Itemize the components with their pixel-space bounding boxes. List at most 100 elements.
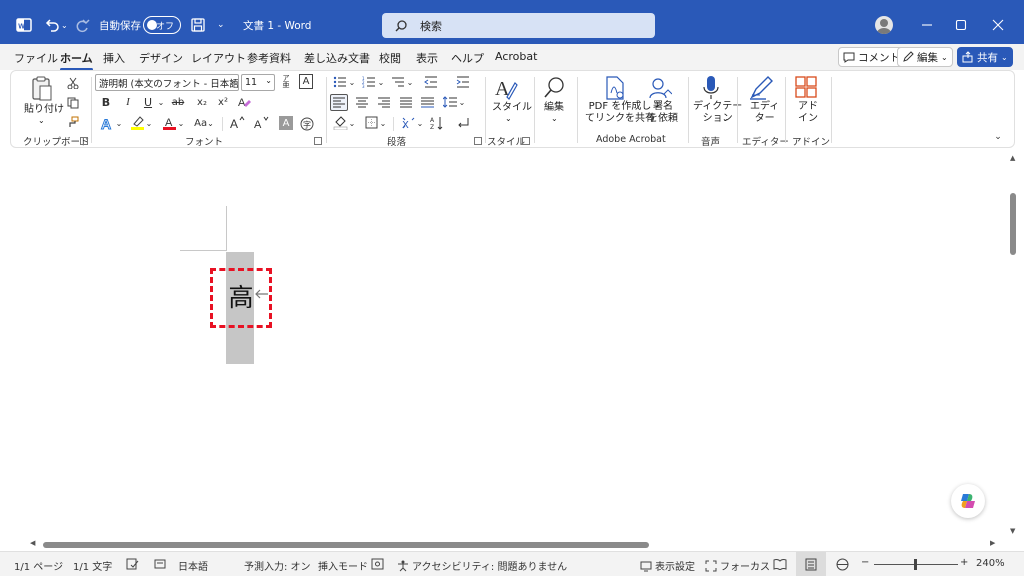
change-case-button[interactable]: Aa ⌄ xyxy=(193,117,215,129)
zoom-slider-thumb[interactable] xyxy=(914,559,917,570)
borders-icon[interactable] xyxy=(363,115,379,130)
styles-launcher-icon[interactable] xyxy=(522,137,530,145)
zoom-in-icon[interactable]: + xyxy=(960,557,968,568)
chevron-down-icon[interactable]: ⌄ xyxy=(115,117,123,129)
tab-insert[interactable]: 挿入 xyxy=(103,50,125,66)
chevron-down-icon[interactable]: ⌄ xyxy=(406,76,414,88)
font-size-combo[interactable]: 11 ⌄ xyxy=(241,74,275,91)
microphone-icon[interactable] xyxy=(701,74,721,101)
addins-icon[interactable] xyxy=(794,75,818,99)
highlight-color-icon[interactable] xyxy=(129,115,145,131)
decrease-indent-icon[interactable] xyxy=(423,75,439,89)
comment-button[interactable]: コメント xyxy=(838,47,905,67)
edit-mode-button[interactable]: 編集 ⌄ xyxy=(897,47,953,67)
document-canvas[interactable]: 高 xyxy=(0,151,1006,539)
clear-formatting-icon[interactable]: A xyxy=(237,95,253,109)
underline-dropdown-icon[interactable]: ⌄ xyxy=(156,95,166,109)
justify-icon[interactable] xyxy=(398,95,414,109)
proofing-icon[interactable] xyxy=(126,558,139,570)
web-layout-icon[interactable] xyxy=(836,558,849,571)
word-count[interactable]: 1/1 文字 xyxy=(73,558,112,573)
numbering-icon[interactable]: 123 xyxy=(361,75,377,89)
font-color-icon[interactable]: A xyxy=(161,115,177,131)
tab-home[interactable]: ホーム xyxy=(60,50,93,71)
format-painter-icon[interactable] xyxy=(66,115,80,129)
subscript-button[interactable]: x₂ xyxy=(194,95,210,109)
word-app-icon[interactable]: W xyxy=(14,15,34,35)
chevron-down-icon[interactable]: ⌄ xyxy=(145,117,153,129)
font-name-combo[interactable]: 游明朝 (本文のフォント - 日本語) ⌄ xyxy=(95,74,239,91)
tab-review[interactable]: 校閲 xyxy=(379,50,401,66)
cut-icon[interactable] xyxy=(66,76,80,90)
tab-design[interactable]: デザイン xyxy=(139,50,183,66)
display-settings-button[interactable]: 表示設定 xyxy=(640,558,695,573)
align-left-icon[interactable] xyxy=(330,94,348,111)
align-center-icon[interactable] xyxy=(354,95,370,109)
asian-layout-icon[interactable]: X xyxy=(400,115,416,130)
show-paragraph-marks-icon[interactable] xyxy=(455,115,471,130)
zoom-out-icon[interactable]: − xyxy=(861,557,869,568)
superscript-button[interactable]: x² xyxy=(215,95,231,109)
chevron-down-icon[interactable]: ⌄ xyxy=(348,117,356,129)
underline-button[interactable]: U xyxy=(141,95,155,109)
tab-file[interactable]: ファイル xyxy=(14,50,58,66)
chevron-down-icon[interactable]: ⌄ xyxy=(722,113,729,125)
enclosed-characters-icon[interactable]: 字 xyxy=(299,116,314,131)
line-spacing-icon[interactable] xyxy=(442,95,458,109)
autosave-toggle[interactable]: オフ xyxy=(143,15,181,35)
align-right-icon[interactable] xyxy=(376,95,392,109)
find-icon[interactable] xyxy=(543,75,567,101)
tab-view[interactable]: 表示 xyxy=(416,50,438,66)
ruby-icon[interactable]: ア亜 xyxy=(279,74,293,90)
bold-button[interactable]: B xyxy=(99,95,113,109)
horizontal-scroll-thumb[interactable] xyxy=(43,542,649,548)
sort-icon[interactable]: AZ xyxy=(429,115,445,130)
paragraph-launcher-icon[interactable] xyxy=(474,137,482,145)
copilot-button[interactable] xyxy=(951,484,985,518)
account-avatar[interactable] xyxy=(875,16,893,34)
copy-icon[interactable] xyxy=(66,96,80,110)
chevron-down-icon[interactable]: ⌄ xyxy=(416,117,424,129)
editor-icon[interactable] xyxy=(748,74,774,101)
shrink-font-icon[interactable]: A xyxy=(253,115,269,131)
macro-icon[interactable] xyxy=(371,558,384,570)
redo-icon[interactable] xyxy=(72,15,92,35)
language-status[interactable]: 日本語 xyxy=(178,558,208,573)
insert-mode-status[interactable]: 挿入モード xyxy=(318,558,368,573)
enclose-character-icon[interactable]: A xyxy=(299,74,313,89)
clipboard-launcher-icon[interactable] xyxy=(80,137,88,145)
zoom-level[interactable]: 240% xyxy=(976,558,1005,569)
italic-button[interactable]: I xyxy=(121,95,135,109)
pdf-share-icon[interactable] xyxy=(603,75,627,101)
grow-font-icon[interactable]: A xyxy=(229,115,245,131)
strikethrough-button[interactable]: ab xyxy=(169,95,187,109)
character-shading-icon[interactable]: A xyxy=(279,116,293,130)
chevron-down-icon[interactable]: ⌄ xyxy=(505,113,512,125)
distributed-icon[interactable] xyxy=(419,95,435,109)
read-mode-icon[interactable] xyxy=(773,558,787,570)
undo-icon[interactable] xyxy=(42,15,62,35)
close-button[interactable] xyxy=(988,15,1008,35)
accessibility-status[interactable]: アクセシビリティ: 問題ありません xyxy=(397,558,567,573)
chevron-down-icon[interactable]: ⌄ xyxy=(177,117,185,129)
bullets-icon[interactable] xyxy=(332,75,348,89)
paste-dropdown-icon[interactable]: ⌄ xyxy=(38,115,45,127)
font-launcher-icon[interactable] xyxy=(314,137,322,145)
tab-acrobat[interactable]: Acrobat xyxy=(495,50,537,63)
tab-layout[interactable]: レイアウト xyxy=(191,50,246,66)
scroll-right-icon[interactable]: ▶ xyxy=(990,539,995,547)
scroll-down-icon[interactable]: ▼ xyxy=(1010,527,1015,535)
tab-mailings[interactable]: 差し込み文書 xyxy=(304,50,370,66)
chevron-down-icon[interactable]: ⌄ xyxy=(458,96,466,108)
maximize-button[interactable] xyxy=(951,15,971,35)
increase-indent-icon[interactable] xyxy=(455,75,471,89)
focus-mode-button[interactable]: フォーカス xyxy=(705,558,770,573)
shading-icon[interactable] xyxy=(332,115,348,130)
page-count[interactable]: 1/1 ページ xyxy=(14,558,63,573)
tab-references[interactable]: 参考資料 xyxy=(247,50,291,66)
chevron-down-icon[interactable]: ⌄ xyxy=(379,117,387,129)
print-layout-icon[interactable] xyxy=(796,552,826,576)
paste-icon[interactable] xyxy=(29,75,55,103)
minimize-button[interactable] xyxy=(917,15,937,35)
save-icon[interactable] xyxy=(188,15,208,35)
